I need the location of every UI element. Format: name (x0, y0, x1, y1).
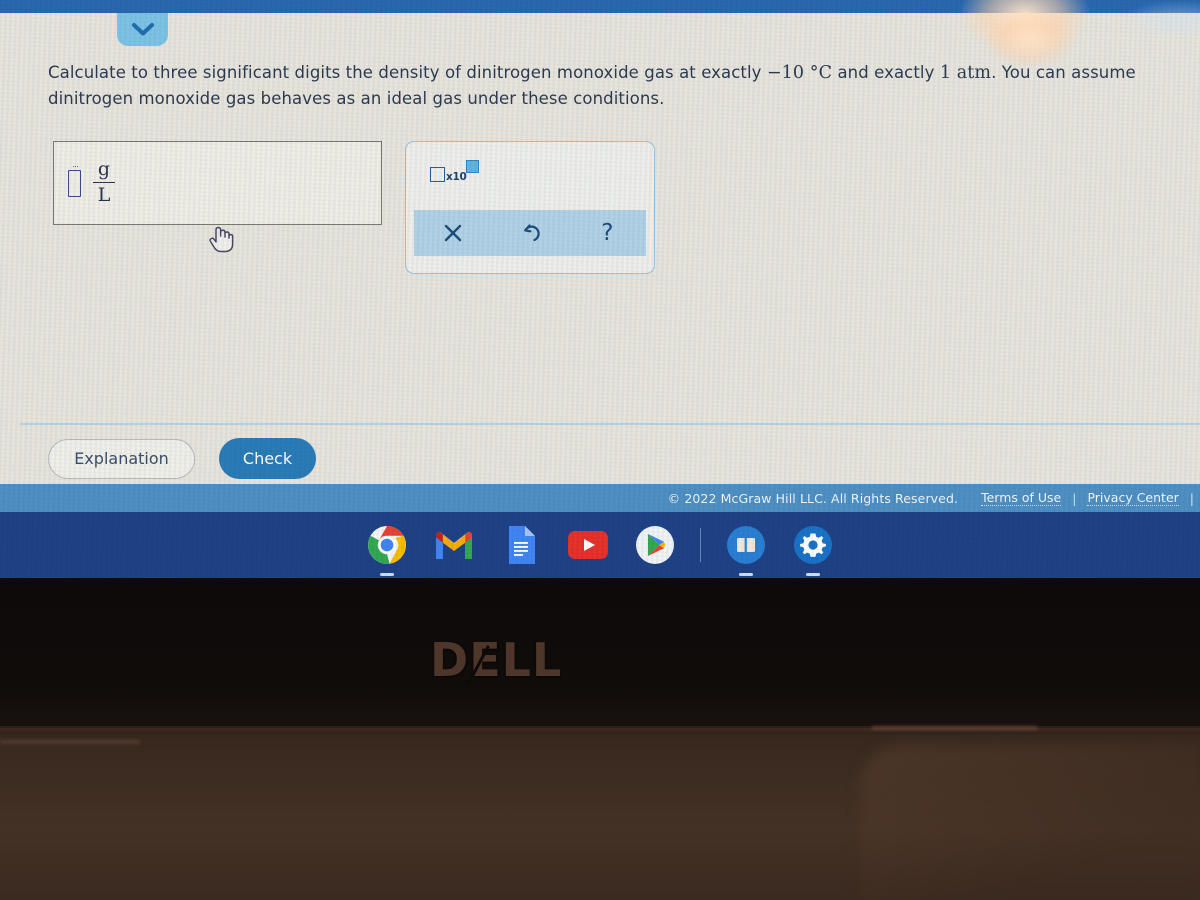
settings-icon (793, 525, 833, 565)
privacy-center-link[interactable]: Privacy Center (1087, 490, 1179, 506)
shelf-item-files[interactable] (724, 523, 768, 576)
shelf-active-dot (806, 573, 820, 576)
shelf-item-play-store[interactable] (633, 523, 677, 567)
screenshot-root: DELL Calculate to three significant digi… (0, 0, 1200, 900)
browser-top-bar (0, 0, 1200, 13)
exponent-slot-icon (465, 160, 479, 173)
scientific-notation-button[interactable]: x10 (428, 158, 481, 184)
toolbar-action-row: ? (414, 210, 646, 256)
bezel-lower-band (0, 578, 1200, 728)
shelf-item-settings[interactable] (791, 523, 835, 576)
google-docs-icon (506, 525, 536, 565)
toolbar-top-row: x10 (406, 142, 654, 210)
chevron-down-icon (131, 22, 155, 37)
math-toolbar-panel: x10 ? (405, 141, 655, 274)
action-button-row: Explanation Check (48, 438, 316, 479)
files-icon (726, 525, 766, 565)
shelf-active-dot (739, 573, 753, 576)
terms-of-use-link[interactable]: Terms of Use (981, 490, 1062, 506)
gmail-icon (434, 529, 474, 561)
unit-denominator: L (97, 184, 111, 207)
mantissa-slot-icon (430, 167, 445, 182)
collapse-panel-tab[interactable] (117, 13, 168, 46)
footer-separator-2: | (1189, 490, 1194, 506)
copyright-text: © 2022 McGraw Hill LLC. All Rights Reser… (667, 490, 959, 506)
question-line1-b: and exactly (832, 63, 940, 82)
shelf-active-dot (380, 573, 394, 576)
question-text: Calculate to three significant digits th… (48, 60, 1158, 111)
shelf-item-chrome[interactable] (365, 523, 409, 576)
shelf-item-docs[interactable] (499, 523, 543, 567)
bezel-edge-left (0, 740, 140, 744)
play-store-icon (635, 525, 675, 565)
question-pressure: 1 atm (939, 63, 992, 83)
youtube-icon (568, 531, 608, 559)
dell-logo: DELL (430, 633, 563, 687)
desk-surface (860, 745, 1200, 900)
footer-separator-1: | (1072, 490, 1077, 506)
scientific-notation-label: x10 (446, 171, 467, 183)
chromeos-shelf (0, 512, 1200, 578)
shelf-separator (700, 528, 701, 562)
undo-button[interactable] (491, 222, 568, 245)
question-line1-c: . You can (991, 63, 1066, 82)
chrome-icon (367, 525, 407, 565)
laptop-screen: Calculate to three significant digits th… (0, 0, 1200, 578)
content-divider (20, 423, 1200, 425)
shelf-item-gmail[interactable] (432, 523, 476, 567)
unit-numerator: g (97, 157, 111, 180)
answer-input-box[interactable]: g L (53, 141, 382, 225)
check-button[interactable]: Check (219, 438, 316, 479)
question-temperature: −10 °C (766, 63, 833, 83)
bezel-edge-right (872, 726, 1037, 730)
answer-value-slot[interactable] (68, 165, 81, 197)
help-button[interactable]: ? (569, 221, 646, 245)
explanation-button[interactable]: Explanation (48, 438, 195, 479)
shelf-item-youtube[interactable] (566, 523, 610, 567)
unit-fraction: g L (93, 157, 115, 207)
question-line1-a: Calculate to three significant digits th… (48, 63, 767, 82)
fraction-bar (93, 181, 115, 184)
mcgraw-hill-footer: © 2022 McGraw Hill LLC. All Rights Reser… (0, 484, 1200, 512)
clear-button[interactable] (414, 222, 491, 245)
